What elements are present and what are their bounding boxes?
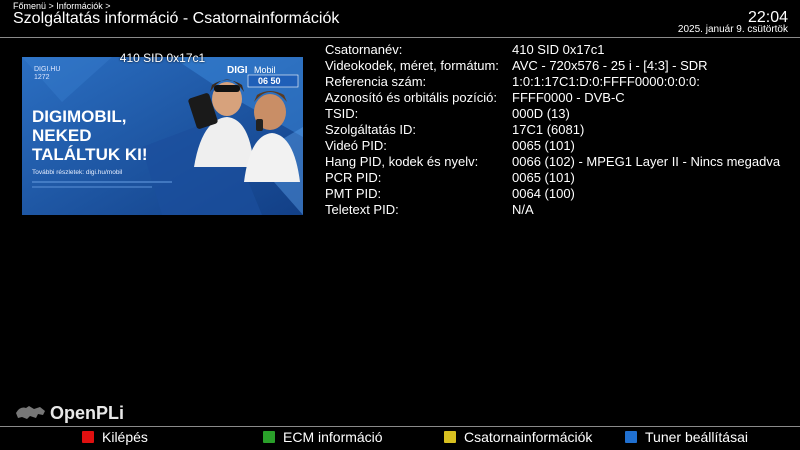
info-value: 0065 (101) <box>512 170 575 185</box>
exit-button[interactable]: Kilépés <box>82 429 148 445</box>
info-value: 1:0:1:17C1:D:0:FFFF0000:0:0:0: <box>512 74 700 89</box>
preview-mobil-text: Mobil <box>254 65 276 75</box>
preview-channel-num: 1272 <box>34 74 50 81</box>
footer-divider <box>0 426 800 427</box>
preview-footer-text: További részletek: digi.hu/mobil <box>32 169 123 176</box>
tv-preview: DIGI Mobil 06 50 DIGI.HU 1272 DIGIMOBIL,… <box>22 57 303 215</box>
preview-headline-3: TALÁLTUK KI! <box>32 145 148 164</box>
info-value: 000D (13) <box>512 106 570 121</box>
info-value: 17C1 (6081) <box>512 122 585 137</box>
page-title: Szolgáltatás információ - Csatornainform… <box>13 10 340 27</box>
info-value: 0065 (101) <box>512 138 575 153</box>
ecm-info-button-label: ECM információ <box>283 429 383 445</box>
blue-button-icon <box>625 431 637 443</box>
preview-brand: DIGI.HU <box>34 66 60 73</box>
tuner-settings-button[interactable]: Tuner beállításai <box>625 429 748 445</box>
info-key: Szolgáltatás ID: <box>325 122 417 137</box>
header: Főmenü > Információk > Szolgáltatás info… <box>0 0 800 38</box>
preview-label: 410 SID 0x17c1 <box>119 51 206 65</box>
channel-info-button-label: Csatornainformációk <box>464 429 593 445</box>
info-key: TSID: <box>325 106 359 121</box>
info-key: Referencia szám: <box>325 74 427 89</box>
info-value: 410 SID 0x17c1 <box>512 42 605 57</box>
ecm-info-button[interactable]: ECM információ <box>263 429 383 445</box>
preview-headline-1: DIGIMOBIL, <box>32 107 126 126</box>
openpli-globe-icon <box>16 406 45 419</box>
info-key: PMT PID: <box>325 186 382 201</box>
info-value: 0064 (100) <box>512 186 575 201</box>
openpli-logo: OpenPLi <box>50 403 125 423</box>
preview-image: DIGI Mobil 06 50 DIGI.HU 1272 DIGIMOBIL,… <box>22 57 303 215</box>
info-key: Azonosító és orbitális pozíció: <box>325 90 497 105</box>
info-value: AVC - 720x576 - 25 i - [4:3] - SDR <box>512 58 708 73</box>
info-key: PCR PID: <box>325 170 382 185</box>
preview-headline-2: NEKED <box>32 126 92 145</box>
exit-button-label: Kilépés <box>102 429 148 445</box>
info-value: 0066 (102) - MPEG1 Layer II - Nincs mega… <box>512 154 781 169</box>
preview-digi-logo: DIGI <box>227 65 248 76</box>
info-value: FFFF0000 - DVB-C <box>512 90 625 105</box>
green-button-icon <box>263 431 275 443</box>
date: 2025. január 9. csütörtök <box>677 24 788 35</box>
info-key: Videokodek, méret, formátum: <box>325 58 499 73</box>
info-key: Videó PID: <box>325 138 387 153</box>
header-divider <box>0 37 800 38</box>
info-key: Hang PID, kodek és nyelv: <box>325 154 479 169</box>
info-key: Csatornanév: <box>325 42 403 57</box>
info-key: Teletext PID: <box>325 202 399 217</box>
info-value: N/A <box>512 202 534 217</box>
yellow-button-icon <box>444 431 456 443</box>
tuner-settings-button-label: Tuner beállításai <box>645 429 748 445</box>
channel-info-button[interactable]: Csatornainformációk <box>444 429 592 445</box>
red-button-icon <box>82 431 94 443</box>
preview-number: 06 50 <box>258 76 281 86</box>
